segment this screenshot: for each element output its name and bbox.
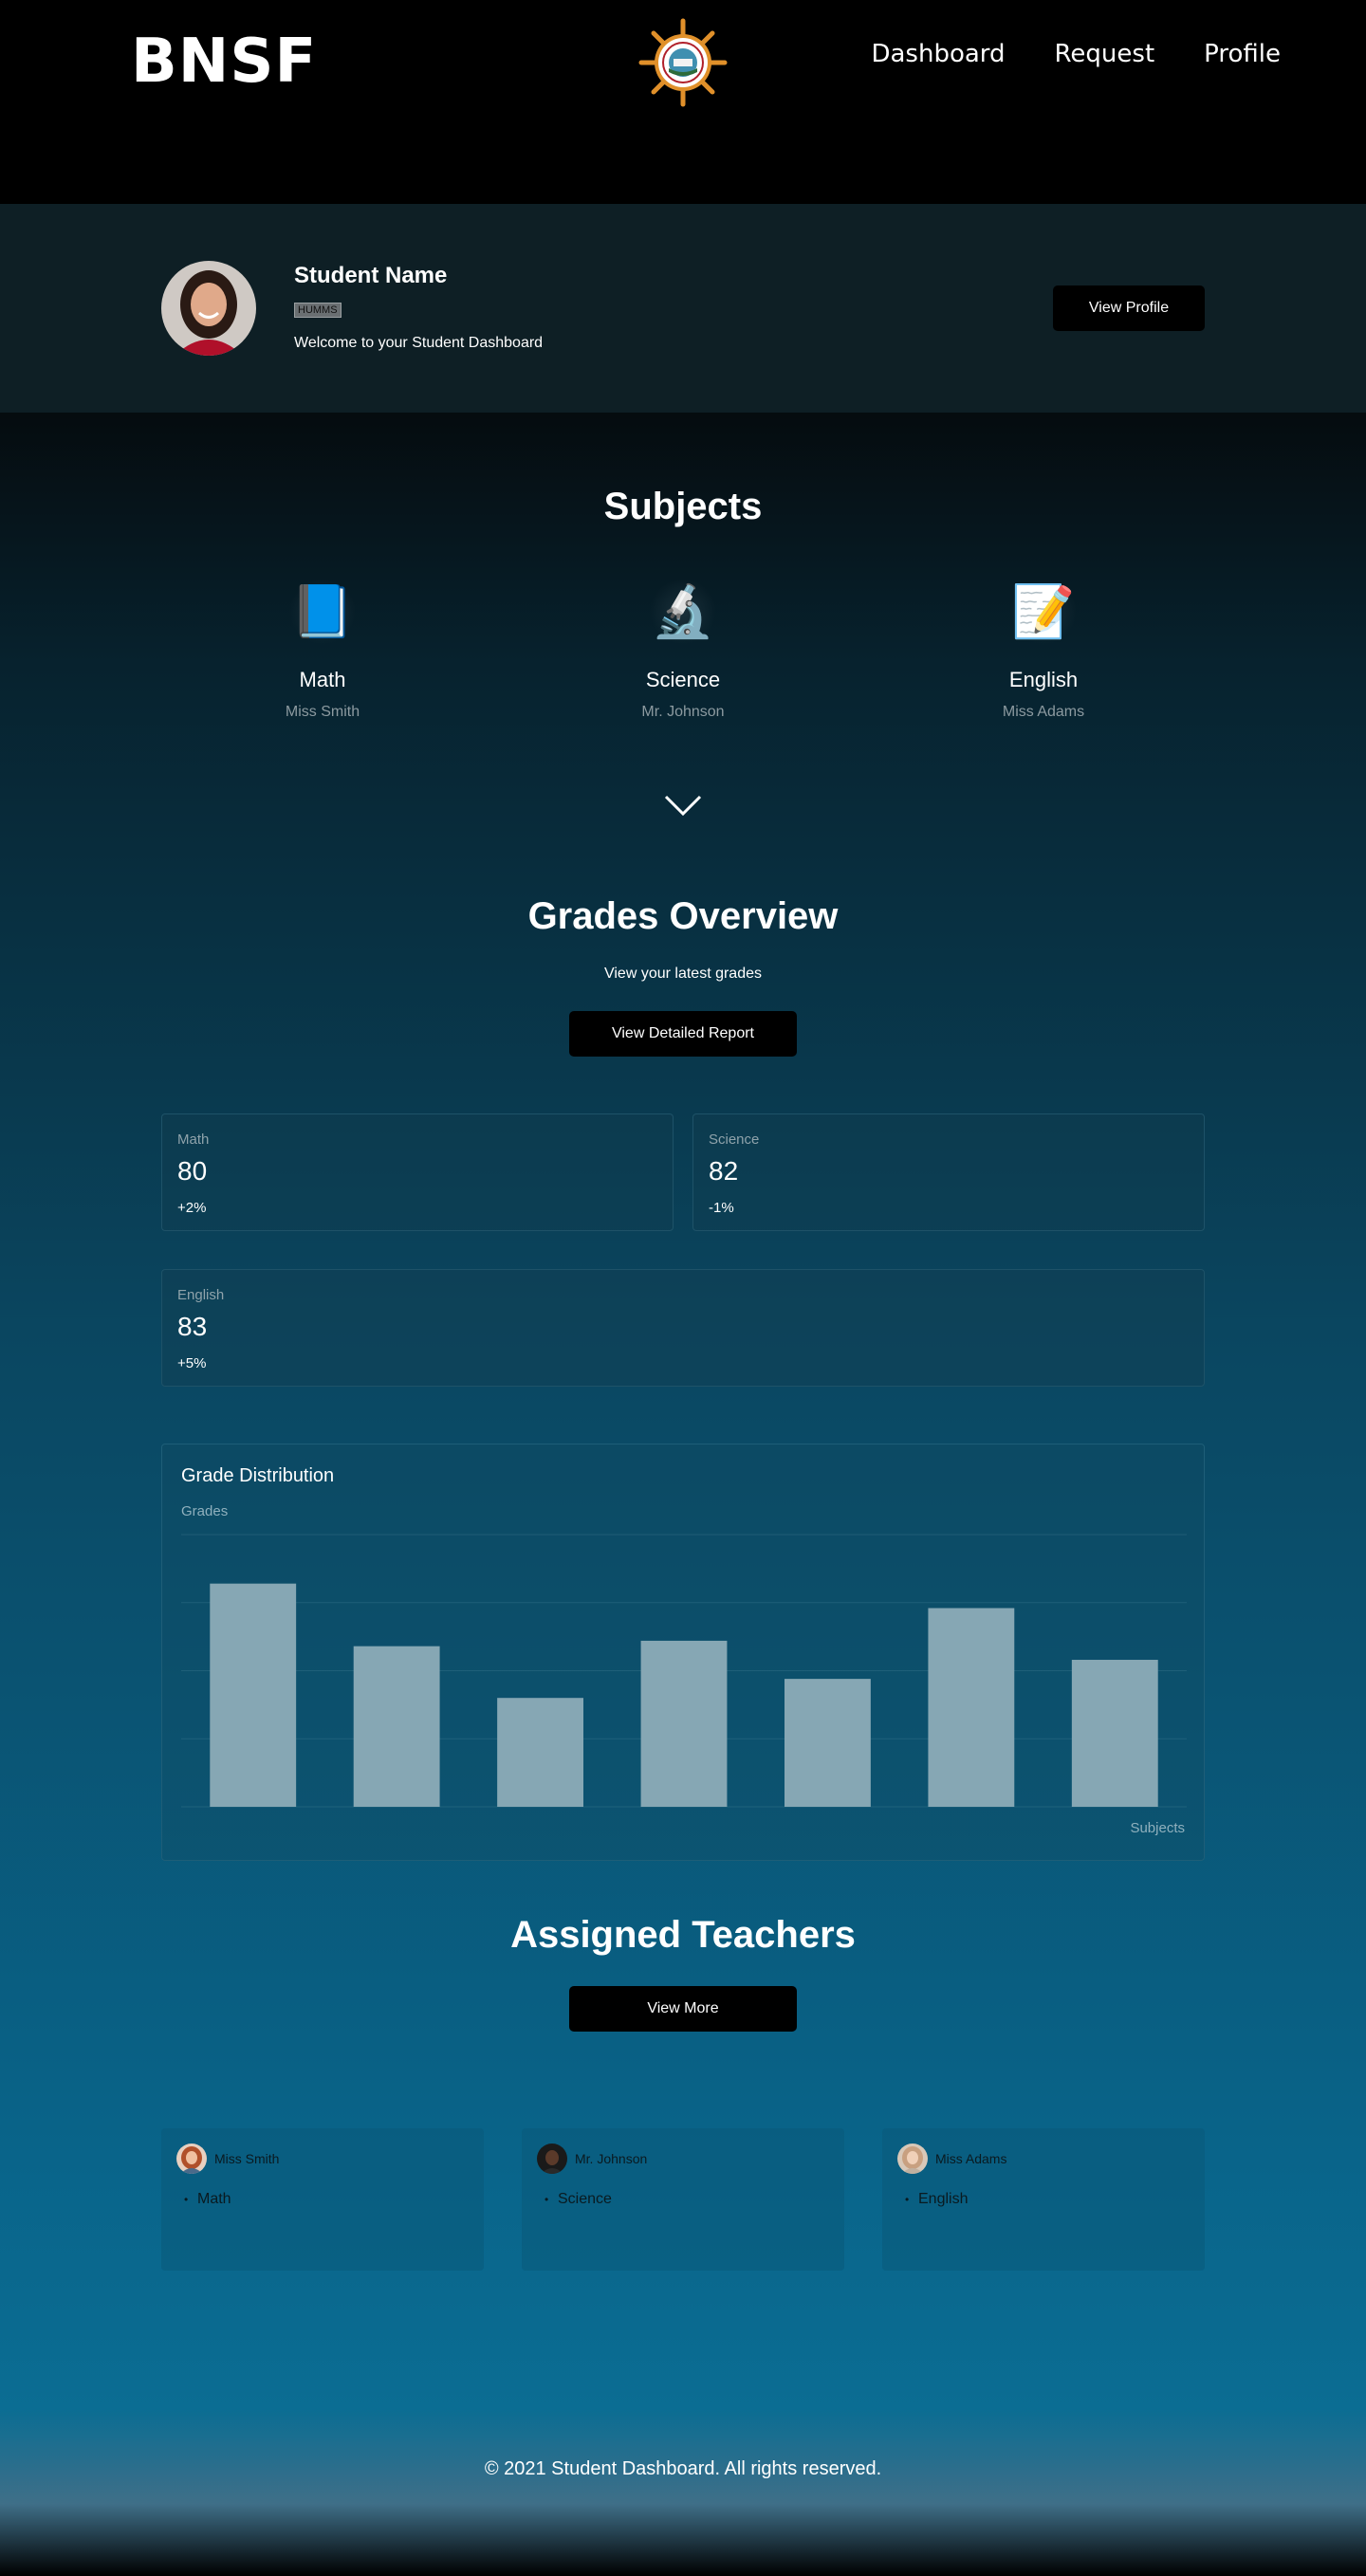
grade-subject: Science <box>709 1132 760 1148</box>
main-nav: Dashboard Request Profile <box>871 40 1281 68</box>
teacher-subject: English <box>918 2191 969 2207</box>
subject-teacher: Miss Smith <box>285 704 360 720</box>
site-header: BNSF Dashboard Request Profile <box>0 0 1366 204</box>
teacher-subject: Math <box>197 2191 231 2207</box>
bar-chart <box>181 1534 1187 1808</box>
grade-subject: Math <box>177 1132 210 1148</box>
logo[interactable]: BNSF <box>131 27 317 97</box>
chart-x-axis-label: Subjects <box>1130 1820 1185 1836</box>
chart-bar[interactable] <box>1071 1660 1158 1807</box>
school-seal-icon <box>638 18 728 107</box>
subject-card-english[interactable]: 📝 English Miss Adams <box>930 579 1157 721</box>
chart-bar[interactable] <box>497 1698 583 1807</box>
teacher-name: Mr. Johnson <box>575 2151 648 2166</box>
grade-value: 83 <box>177 1312 208 1341</box>
view-more-button[interactable]: View More <box>569 1986 797 2032</box>
teacher-card-smith[interactable]: Miss Smith • Math <box>161 2128 484 2271</box>
nav-request[interactable]: Request <box>1055 40 1155 68</box>
subject-card-math[interactable]: 📘 Math Miss Smith <box>209 579 436 721</box>
avatar <box>537 2144 567 2174</box>
chart-bar[interactable] <box>785 1679 871 1807</box>
chevron-down-icon[interactable] <box>664 793 702 818</box>
subject-name: Science <box>645 668 721 691</box>
grade-distribution-chart: Grade Distribution Grades Subjects <box>161 1444 1205 1861</box>
welcome-text: Welcome to your Student Dashboard <box>294 335 544 351</box>
subject-card-science[interactable]: 🔬 Science Mr. Johnson <box>569 579 797 721</box>
grades-heading: Grades Overview <box>527 895 839 937</box>
grade-change: -1% <box>709 1200 734 1216</box>
subject-teacher: Mr. Johnson <box>641 704 725 720</box>
student-profile-banner: Student Name HUMMS Welcome to your Stude… <box>0 204 1366 413</box>
grade-value: 82 <box>709 1156 739 1186</box>
teachers-heading: Assigned Teachers <box>510 1914 856 1956</box>
chart-bar[interactable] <box>640 1640 728 1807</box>
subjects-heading: Subjects <box>603 486 763 527</box>
nav-dashboard[interactable]: Dashboard <box>871 40 1005 68</box>
teacher-card-adams[interactable]: Miss Adams • English <box>882 2128 1205 2271</box>
footer-copyright: © 2021 Student Dashboard. All rights res… <box>484 2458 882 2479</box>
grade-value: 80 <box>177 1156 208 1186</box>
microscope-icon: 🔬 <box>650 579 716 645</box>
bullet-icon: • <box>184 2193 189 2206</box>
subject-teacher: Miss Adams <box>1002 704 1085 720</box>
avatar <box>897 2144 928 2174</box>
chart-bar[interactable] <box>210 1583 297 1807</box>
avatar <box>176 2144 207 2174</box>
avatar <box>161 261 256 356</box>
view-profile-button[interactable]: View Profile <box>1053 285 1205 331</box>
teacher-subject: Science <box>558 2191 612 2207</box>
bullet-icon: • <box>545 2193 549 2206</box>
grade-change: +5% <box>177 1355 207 1371</box>
nav-profile[interactable]: Profile <box>1204 40 1281 68</box>
chart-bar[interactable] <box>353 1646 440 1807</box>
strand-badge: HUMMS <box>294 303 342 318</box>
bullet-icon: • <box>905 2193 910 2206</box>
teacher-name: Miss Smith <box>214 2151 280 2166</box>
grade-change: +2% <box>177 1200 207 1216</box>
memo-icon: 📝 <box>1010 579 1077 645</box>
teacher-name: Miss Adams <box>935 2151 1007 2166</box>
view-detailed-report-button[interactable]: View Detailed Report <box>569 1011 797 1057</box>
grade-subject: English <box>177 1287 225 1303</box>
chart-bar[interactable] <box>928 1608 1015 1807</box>
subject-name: Math <box>299 668 346 691</box>
grades-subtitle: View your latest grades <box>603 966 762 982</box>
grade-card-science: Science 82 -1% <box>692 1113 1205 1231</box>
teacher-card-johnson[interactable]: Mr. Johnson • Science <box>522 2128 844 2271</box>
grade-card-math: Math 80 +2% <box>161 1113 674 1231</box>
student-name: Student Name <box>294 263 448 288</box>
book-icon: 📘 <box>289 579 356 645</box>
subject-name: English <box>1008 668 1079 691</box>
grade-card-english: English 83 +5% <box>161 1269 1205 1387</box>
